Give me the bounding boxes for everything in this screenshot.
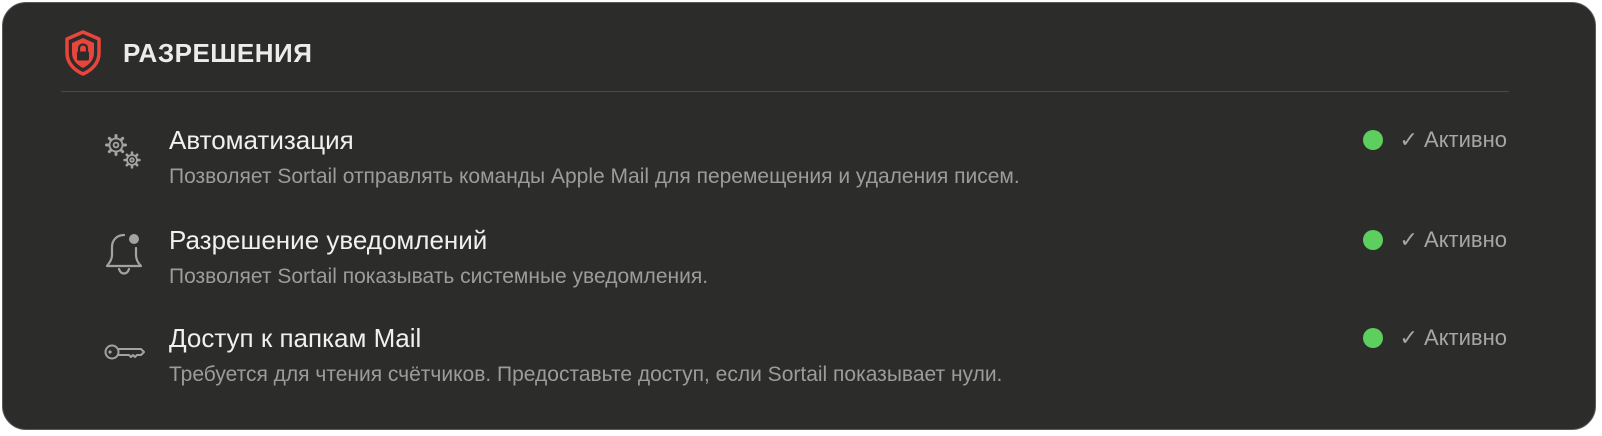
gears-icon: [105, 134, 141, 169]
shield-lock-icon: [65, 30, 101, 76]
status-text: ✓ Активно: [1399, 127, 1507, 152]
status-text: ✓ Активно: [1399, 227, 1507, 252]
status-badge: ✓ Активно: [1363, 323, 1507, 353]
status-dot: [1363, 328, 1384, 348]
status-badge: ✓ Активно: [1363, 125, 1507, 155]
permission-row-mail-folders: Доступ к папкам Mail Требуется для чтени…: [3, 323, 1595, 403]
page-title: РАЗРЕШЕНИЯ: [123, 37, 313, 68]
permission-title: Разрешение уведомлений: [169, 225, 488, 255]
permission-title: Автоматизация: [169, 125, 354, 155]
key-icon: [104, 344, 145, 360]
permission-row-notifications: Разрешение уведомлений Позволяет Sortail…: [3, 225, 1595, 305]
permission-description: Позволяет Sortail показывать системные у…: [169, 265, 709, 288]
status-text: ✓ Активно: [1399, 325, 1507, 350]
permissions-panel: РАЗРЕШЕНИЯ Автоматизация Позволяет Sorta…: [2, 2, 1596, 430]
status-dot: [1363, 130, 1384, 150]
status-dot: [1363, 230, 1384, 250]
permission-description: Требуется для чтения счётчиков. Предоста…: [169, 363, 1003, 386]
status-badge: ✓ Активно: [1363, 225, 1507, 255]
bell-badge-icon: [105, 233, 143, 275]
permissions-header: РАЗРЕШЕНИЯ: [63, 29, 312, 77]
permission-title: Доступ к папкам Mail: [169, 323, 422, 353]
permission-row-automation: Автоматизация Позволяет Sortail отправля…: [3, 125, 1595, 205]
permission-description: Позволяет Sortail отправлять команды App…: [169, 165, 1020, 188]
header-divider: [61, 91, 1509, 92]
